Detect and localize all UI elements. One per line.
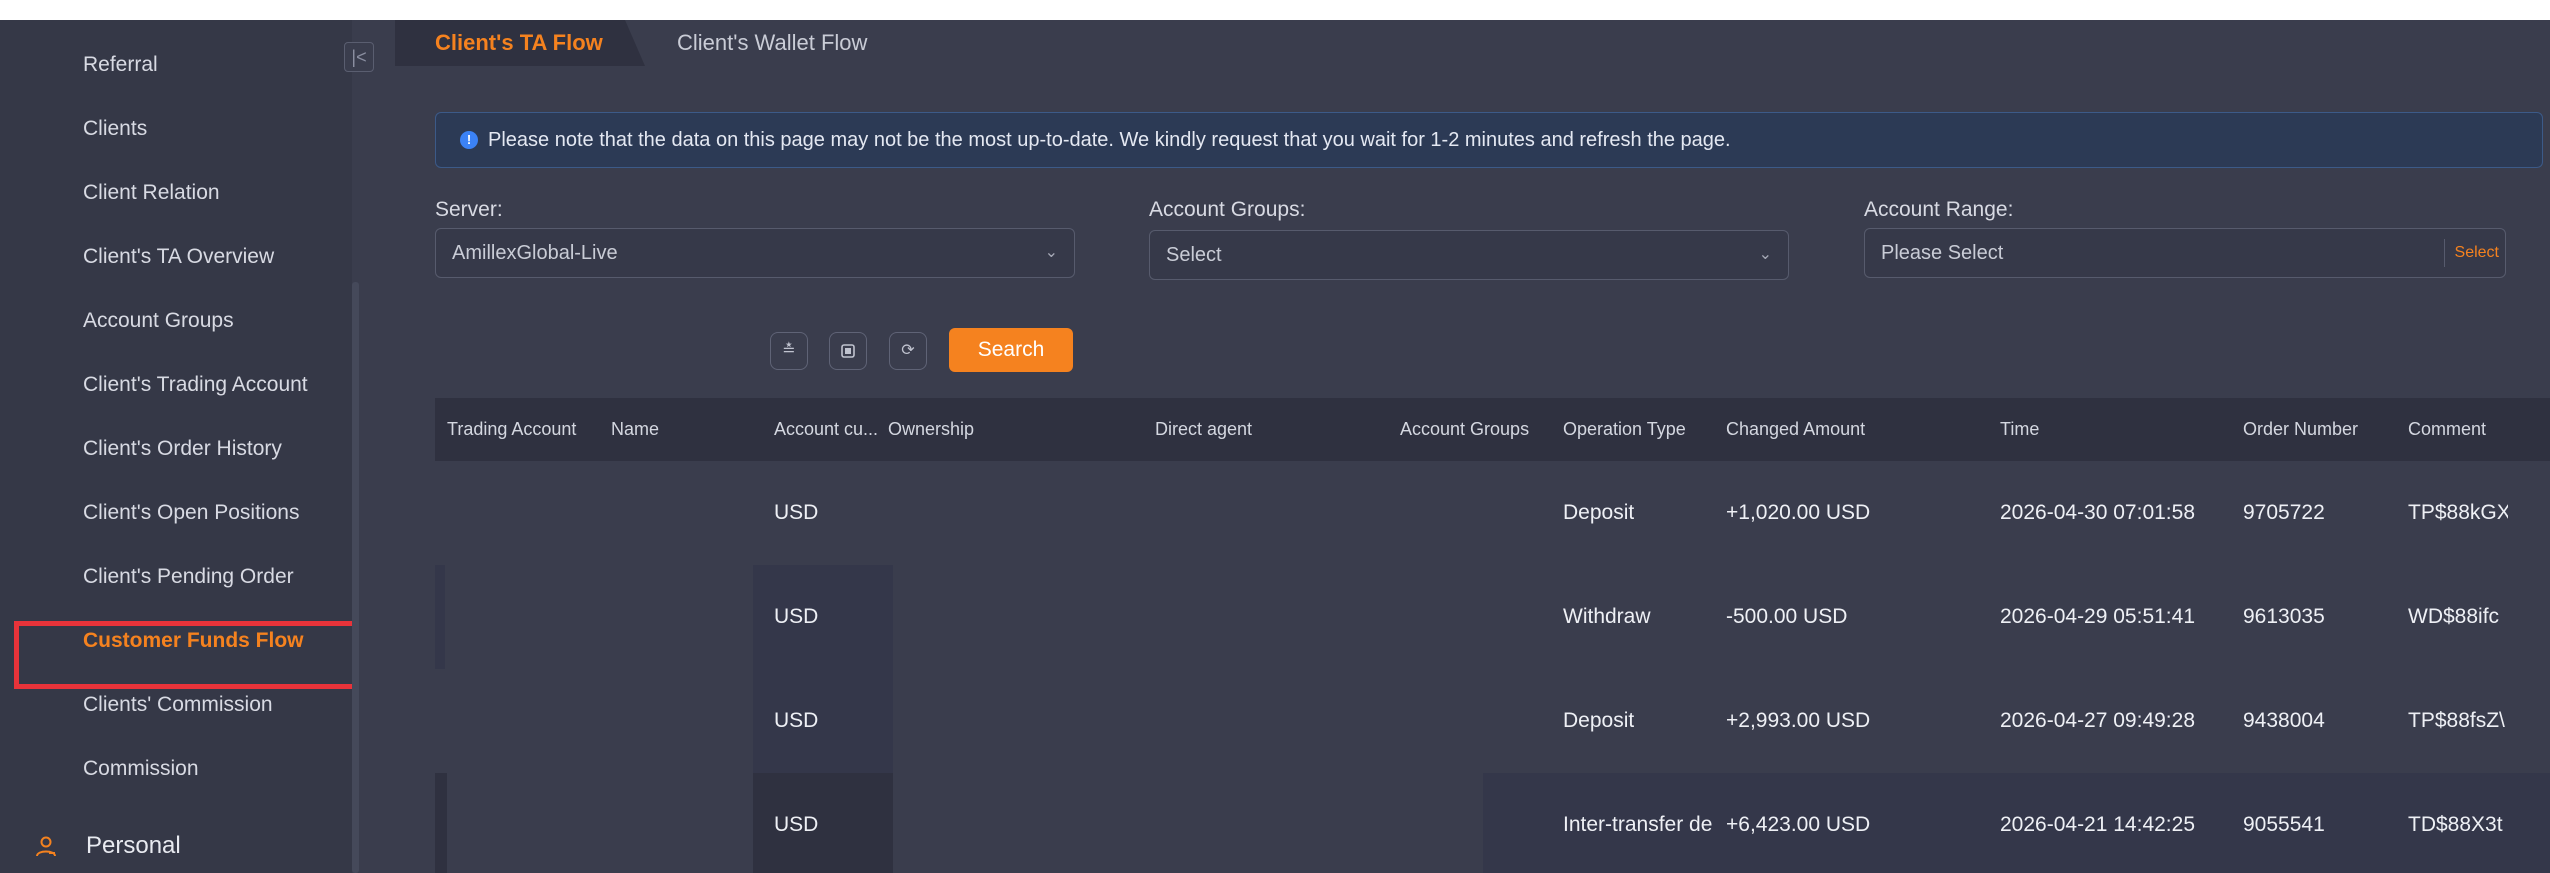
cell-operation: Inter-transfer de bbox=[1563, 813, 1713, 836]
col-time[interactable]: Time bbox=[2000, 398, 2039, 461]
tab-clients-wallet-flow[interactable]: Client's Wallet Flow bbox=[677, 20, 867, 66]
cell-currency: USD bbox=[774, 709, 819, 732]
table-row[interactable]: USD Withdraw -500.00 USD 2026-04-29 05:5… bbox=[435, 565, 2550, 669]
sidebar-item-referral[interactable]: Referral bbox=[0, 33, 352, 97]
account-groups-select[interactable]: Select ⌄ bbox=[1149, 230, 1789, 280]
table-row[interactable]: USD Deposit +2,993.00 USD 2026-04-27 09:… bbox=[435, 669, 2550, 773]
account-range-placeholder: Please Select bbox=[1881, 242, 2004, 264]
cell-time: 2026-04-27 09:49:28 bbox=[2000, 709, 2195, 732]
sidebar-item-trading-account[interactable]: Client's Trading Account bbox=[0, 353, 352, 417]
sidebar: Referral Clients Client Relation Client'… bbox=[0, 20, 395, 873]
sidebar-item-ta-overview[interactable]: Client's TA Overview bbox=[0, 225, 352, 289]
cell-order-number: 9055541 bbox=[2243, 813, 2325, 836]
sidebar-item-label: Clients' Commission bbox=[83, 693, 273, 716]
sidebar-item-open-positions[interactable]: Client's Open Positions bbox=[0, 481, 352, 545]
info-icon: ! bbox=[460, 131, 478, 149]
account-range-select-button[interactable]: Select bbox=[2443, 239, 2505, 267]
cell-currency: USD bbox=[774, 605, 819, 628]
col-order-number[interactable]: Order Number bbox=[2243, 398, 2358, 461]
account-range-select[interactable]: Please Select Select bbox=[1864, 228, 2506, 278]
col-changed-amount[interactable]: Changed Amount bbox=[1726, 398, 1865, 461]
sidebar-item-label: Clients bbox=[83, 117, 148, 140]
server-value: AmillexGlobal-Live bbox=[452, 242, 618, 264]
sidebar-item-label: Client's Open Positions bbox=[83, 501, 300, 524]
cell-comment: TD$88X3t bbox=[2408, 813, 2503, 836]
cell-order-number: 9613035 bbox=[2243, 605, 2325, 628]
table-row[interactable]: USD Inter-transfer de +6,423.00 USD 2026… bbox=[435, 773, 2550, 873]
sidebar-item-order-history[interactable]: Client's Order History bbox=[0, 417, 352, 481]
sidebar-item-label: Personal bbox=[86, 832, 181, 859]
col-account-currency[interactable]: Account cu... bbox=[774, 398, 878, 461]
account-range-label: Account Range: bbox=[1864, 198, 2014, 221]
cell-time: 2026-04-30 07:01:58 bbox=[2000, 501, 2195, 524]
chevron-down-icon: ⌄ bbox=[1758, 246, 1772, 263]
cell-currency: USD bbox=[774, 501, 819, 524]
col-name[interactable]: Name bbox=[611, 398, 659, 461]
sidebar-item-personal[interactable]: Personal bbox=[0, 822, 352, 870]
sidebar-item-label: Client's Pending Order bbox=[83, 565, 294, 588]
col-operation-type[interactable]: Operation Type bbox=[1563, 398, 1686, 461]
funds-flow-table: Trading Account Name Account cu... Owner… bbox=[435, 398, 2550, 873]
notice-banner: ! Please note that the data on this page… bbox=[435, 112, 2543, 168]
server-select[interactable]: AmillexGlobal-Live ⌄ bbox=[435, 228, 1075, 278]
server-label: Server: bbox=[435, 198, 503, 221]
cell-order-number: 9438004 bbox=[2243, 709, 2325, 732]
sidebar-item-label: Client's Trading Account bbox=[83, 373, 308, 396]
cell-amount: -500.00 USD bbox=[1726, 605, 1848, 628]
notice-text: Please note that the data on this page m… bbox=[488, 129, 1731, 151]
sidebar-item-commission[interactable]: Commission bbox=[0, 737, 352, 801]
cell-order-number: 9705722 bbox=[2243, 501, 2325, 524]
sidebar-item-label: Client's Order History bbox=[83, 437, 282, 460]
refresh-icon[interactable]: ⟳ bbox=[889, 332, 927, 370]
cell-currency: USD bbox=[774, 813, 819, 836]
search-button[interactable]: Search bbox=[949, 328, 1073, 372]
sidebar-item-account-groups[interactable]: Account Groups bbox=[0, 289, 352, 353]
sidebar-item-label: Account Groups bbox=[83, 309, 234, 332]
sidebar-item-label: Client's TA Overview bbox=[83, 245, 275, 268]
sidebar-item-label: Commission bbox=[83, 757, 199, 780]
cell-comment: TP$88kGX bbox=[2408, 501, 2508, 524]
tab-label: Client's TA Flow bbox=[435, 30, 603, 55]
cell-amount: +2,993.00 USD bbox=[1726, 709, 1871, 732]
cell-comment: WD$88ifc bbox=[2408, 605, 2500, 628]
tab-bar: Client's TA Flow Client's Wallet Flow bbox=[395, 20, 2550, 66]
collapse-left-icon[interactable]: |< bbox=[344, 42, 374, 72]
col-comment[interactable]: Comment bbox=[2408, 398, 2486, 461]
app-window: Referral Clients Client Relation Client'… bbox=[0, 20, 2550, 873]
table-header: Trading Account Name Account cu... Owner… bbox=[435, 398, 2550, 461]
chevron-down-icon: ⌄ bbox=[1044, 244, 1058, 261]
chevrons-down-icon[interactable]: ≛ bbox=[770, 332, 808, 370]
export-icon[interactable] bbox=[829, 332, 867, 370]
sidebar-scrollbar[interactable] bbox=[352, 282, 359, 873]
person-icon bbox=[36, 836, 56, 857]
sidebar-item-label: Referral bbox=[83, 53, 158, 76]
highlight-box bbox=[14, 621, 367, 689]
col-trading-account[interactable]: Trading Account bbox=[447, 398, 576, 461]
sidebar-item-label: Client Relation bbox=[83, 181, 220, 204]
cell-operation: Withdraw bbox=[1563, 605, 1651, 628]
cell-comment: TP$88fsZ\ bbox=[2408, 709, 2505, 732]
sidebar-item-pending-order[interactable]: Client's Pending Order bbox=[0, 545, 352, 609]
sidebar-item-client-relation[interactable]: Client Relation bbox=[0, 161, 352, 225]
account-groups-placeholder: Select bbox=[1166, 244, 1222, 266]
col-direct-agent[interactable]: Direct agent bbox=[1155, 398, 1252, 461]
table-row[interactable]: USD Deposit +1,020.00 USD 2026-04-30 07:… bbox=[435, 461, 2550, 565]
col-account-groups[interactable]: Account Groups bbox=[1400, 398, 1529, 461]
col-ownership[interactable]: Ownership bbox=[888, 398, 974, 461]
cell-amount: +1,020.00 USD bbox=[1726, 501, 1871, 524]
account-groups-label: Account Groups: bbox=[1149, 198, 1306, 221]
cell-time: 2026-04-29 05:51:41 bbox=[2000, 605, 2195, 628]
main-content: Client's TA Flow Client's Wallet Flow ! … bbox=[395, 20, 2550, 873]
sidebar-item-clients[interactable]: Clients bbox=[0, 97, 352, 161]
cell-operation: Deposit bbox=[1563, 709, 1635, 732]
cell-time: 2026-04-21 14:42:25 bbox=[2000, 813, 2195, 836]
cell-amount: +6,423.00 USD bbox=[1726, 813, 1871, 836]
tab-label: Client's Wallet Flow bbox=[677, 30, 868, 55]
cell-operation: Deposit bbox=[1563, 501, 1635, 524]
tab-clients-ta-flow[interactable]: Client's TA Flow bbox=[395, 20, 645, 66]
